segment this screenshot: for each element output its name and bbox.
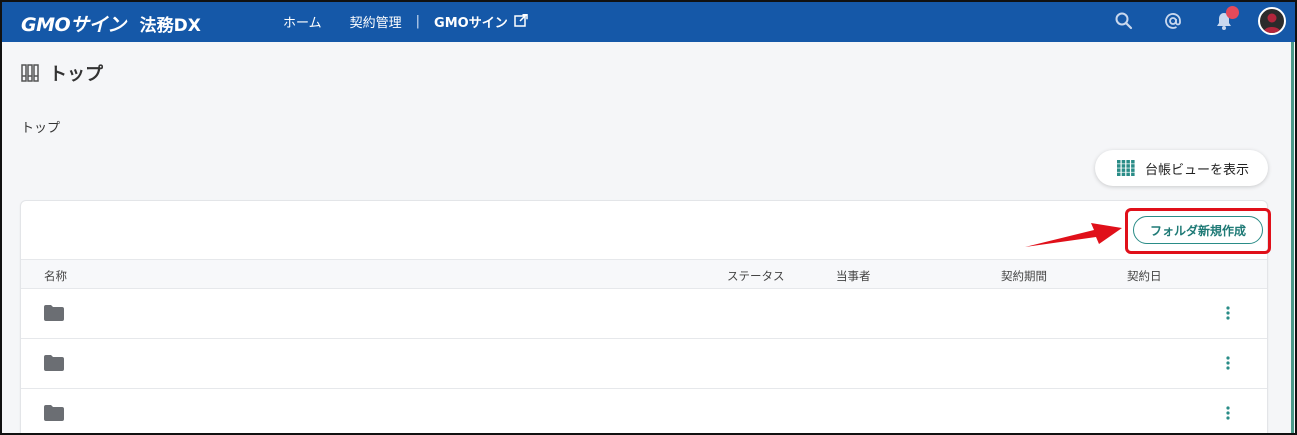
external-link-icon [513, 14, 528, 27]
nav-gmo-sign-label: GMOサイン [434, 15, 508, 31]
column-header-period[interactable]: 契約期間 [1001, 268, 1047, 284]
pointer-arrow-icon [1025, 223, 1122, 247]
grid-icon [1117, 160, 1135, 176]
ledger-view-button[interactable]: 台帳ビューを表示 [1095, 150, 1268, 186]
breadcrumb[interactable]: トップ [21, 117, 60, 136]
nav-separator: | [415, 13, 421, 29]
column-header-party[interactable]: 当事者 [836, 268, 871, 284]
search-icon[interactable] [1114, 11, 1134, 31]
logo[interactable]: GMOサイン 法務DX [21, 10, 201, 37]
ledger-view-label: 台帳ビューを表示 [1145, 162, 1250, 178]
page-title: トップ [21, 60, 103, 86]
table-row[interactable] [21, 389, 1267, 435]
more-options-icon[interactable] [1226, 356, 1230, 370]
top-header: GMOサイン 法務DX ホーム 契約管理 | GMOサイン [0, 0, 1297, 42]
column-header-name[interactable]: 名称 [44, 268, 67, 284]
at-icon[interactable] [1163, 11, 1183, 31]
page-title-text: トップ [49, 64, 103, 85]
column-header-date[interactable]: 契約日 [1127, 268, 1162, 284]
nav-gmo-sign[interactable]: GMOサイン [434, 12, 528, 31]
user-icon [1263, 13, 1281, 33]
folder-icon [44, 355, 64, 371]
table-row[interactable] [21, 339, 1267, 389]
logo-subtitle: 法務DX [139, 16, 201, 36]
column-header-status[interactable]: ステータス [727, 268, 785, 284]
table-header: 名称 ステータス 当事者 契約期間 契約日 [21, 259, 1267, 289]
scroll-accent [1291, 42, 1294, 435]
notification-badge [1226, 6, 1239, 19]
nav-contract-management[interactable]: 契約管理 [350, 12, 402, 31]
new-folder-button[interactable]: フォルダ新規作成 [1133, 216, 1263, 244]
folder-icon [44, 305, 64, 321]
folder-icon [44, 405, 64, 421]
main-nav: ホーム 契約管理 | GMOサイン [283, 0, 528, 42]
more-options-icon[interactable] [1226, 406, 1230, 420]
table-row[interactable] [21, 289, 1267, 339]
logo-text: GMOサイン [21, 14, 126, 36]
nav-home[interactable]: ホーム [283, 12, 322, 31]
binder-icon [21, 64, 39, 82]
avatar[interactable] [1258, 7, 1286, 35]
more-options-icon[interactable] [1226, 306, 1230, 320]
